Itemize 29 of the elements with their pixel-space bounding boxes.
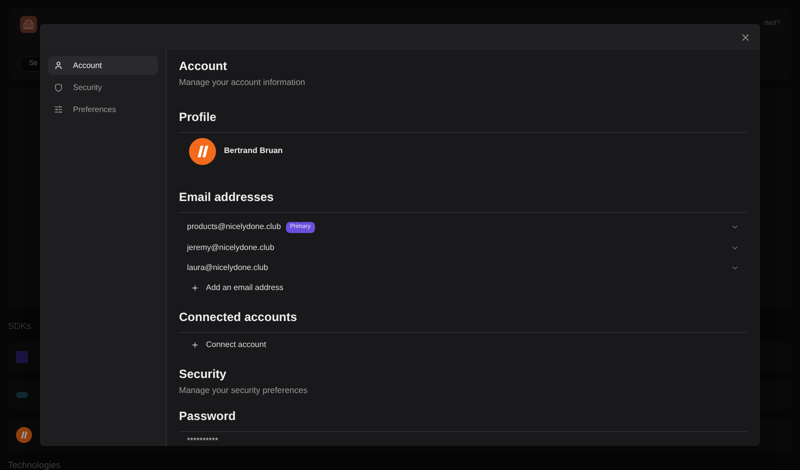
connect-account-button[interactable]: Connect account xyxy=(179,337,747,354)
email-row[interactable]: jeremy@nicelydone.club xyxy=(179,237,747,258)
sidebar-item[interactable]: Preferences xyxy=(48,100,158,119)
section-heading: Profile xyxy=(179,108,218,126)
shield-icon xyxy=(54,83,63,92)
email-address: jeremy@nicelydone.club xyxy=(187,242,274,254)
plus-icon xyxy=(191,284,199,292)
page-subtitle: Manage your account information xyxy=(179,76,306,89)
section-heading: Password xyxy=(179,408,237,425)
profile-name: Bertrand Bruan xyxy=(224,145,283,158)
email-row[interactable]: laura@nicelydone.club xyxy=(179,258,747,279)
close-icon xyxy=(740,32,750,42)
sidebar-item[interactable]: Security xyxy=(48,78,158,97)
user-icon xyxy=(54,61,63,70)
add-email-button[interactable]: Add an email address xyxy=(179,278,747,298)
section-heading: Connected accounts xyxy=(179,309,298,326)
page-title: Account xyxy=(179,59,228,74)
plus-icon xyxy=(191,341,199,350)
email-address: products@nicelydone.club xyxy=(187,221,281,234)
logo-icon xyxy=(16,426,32,442)
avatar-logo xyxy=(189,138,216,165)
sidebar-item[interactable]: Account xyxy=(48,56,158,75)
password-value: ********** xyxy=(186,436,220,446)
section-title: Security xyxy=(179,367,228,382)
email-address: laura@nicelydone.club xyxy=(187,262,268,274)
section-heading: Email addresses xyxy=(179,188,275,206)
sliders-icon xyxy=(54,105,63,114)
building-icon xyxy=(20,16,37,33)
section-subtitle: Manage your security preferences xyxy=(179,384,309,397)
